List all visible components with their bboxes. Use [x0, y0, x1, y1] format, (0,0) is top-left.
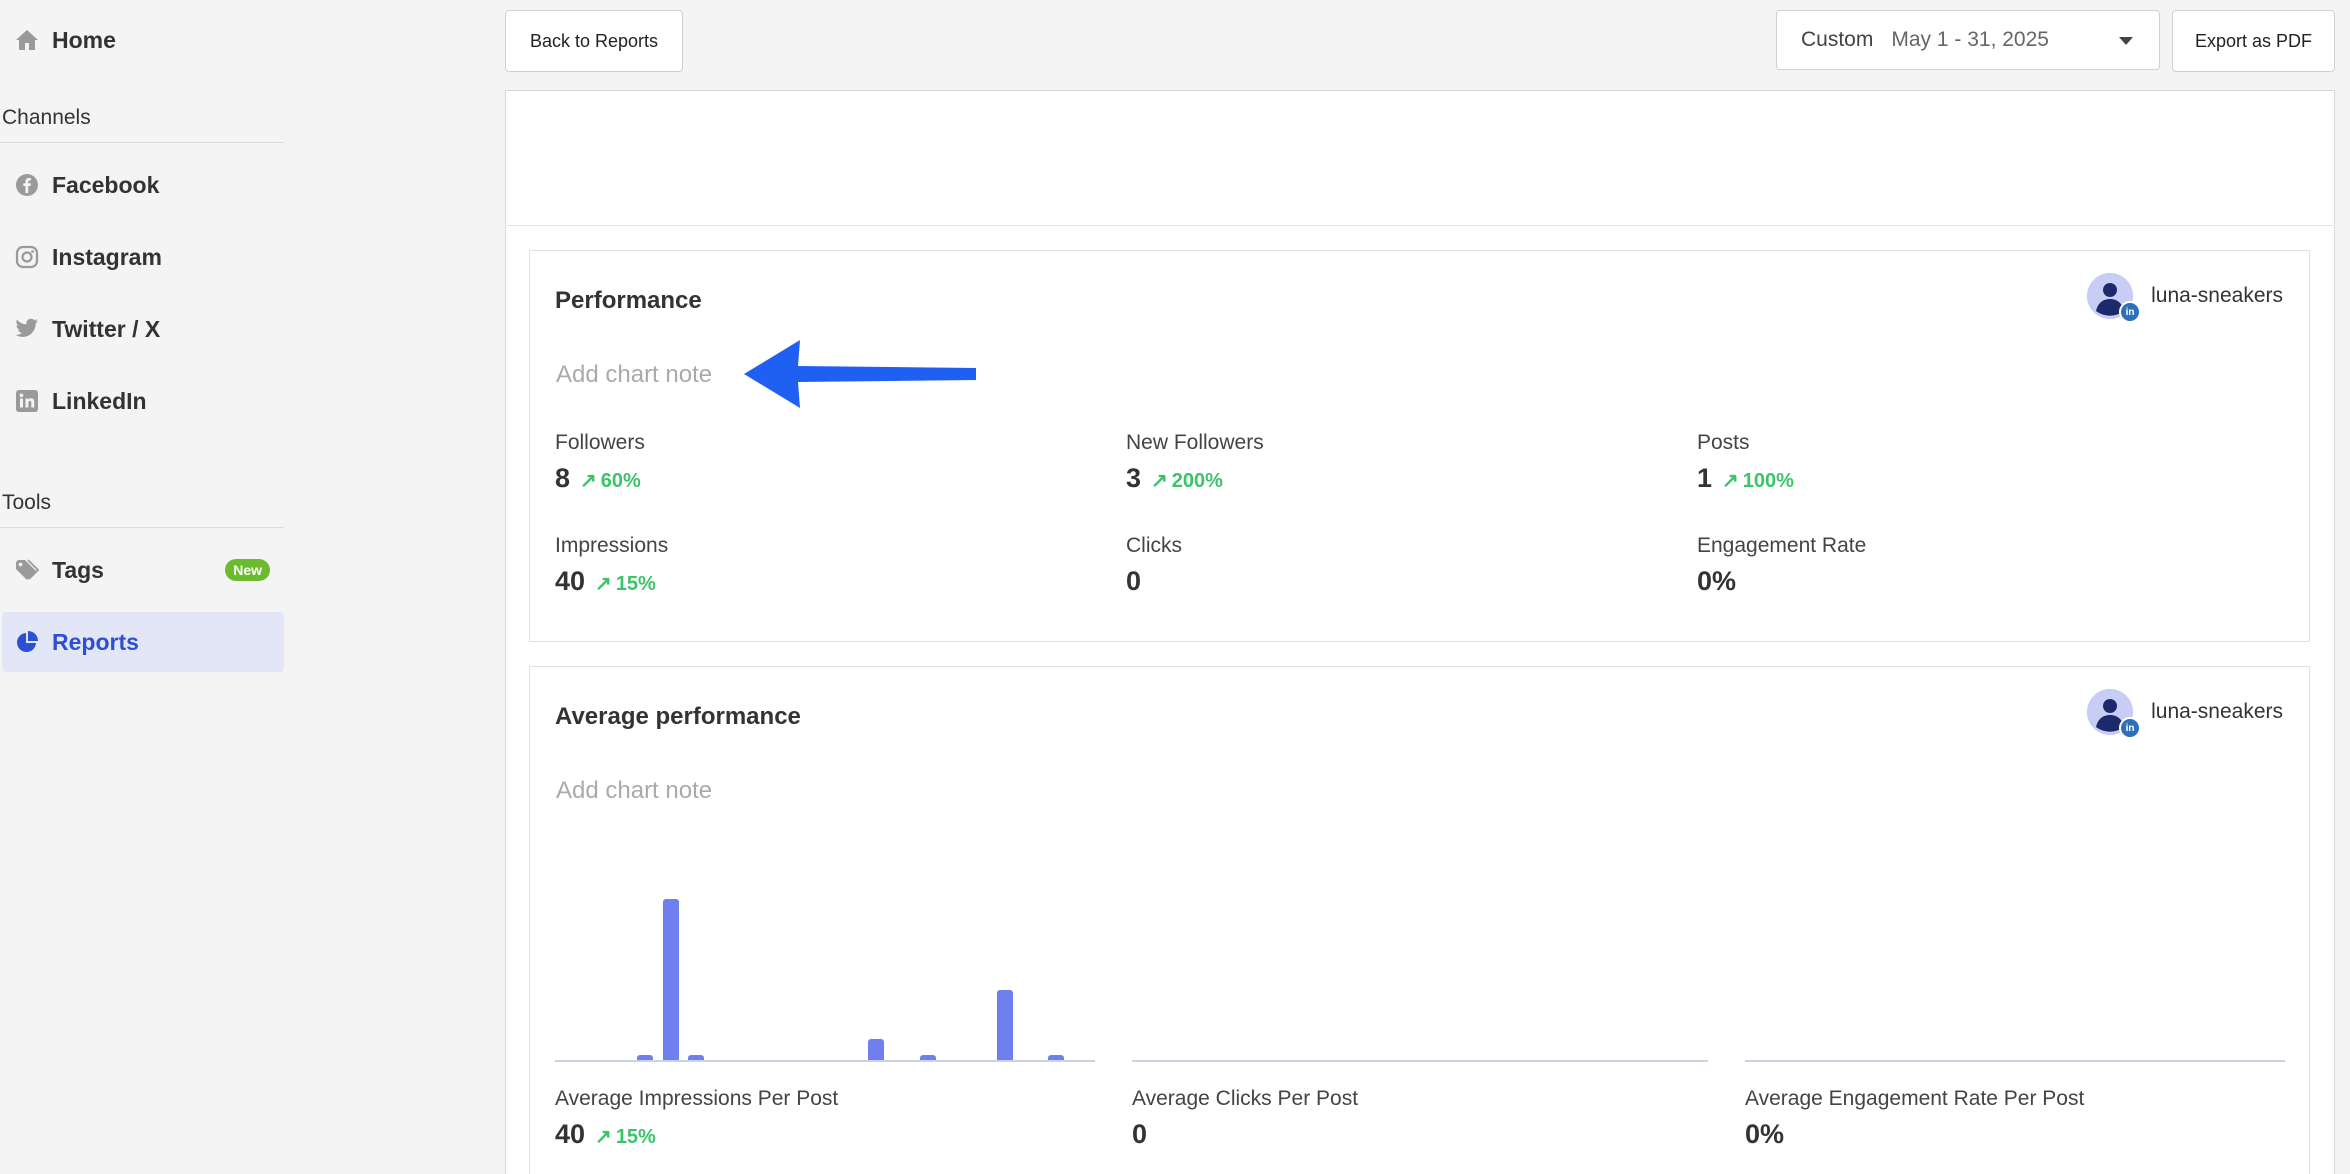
metric-delta: ↗ 60% [580, 468, 641, 493]
metric-value: 0 [1126, 566, 1142, 596]
metric-followers: Followers 8 ↗ 60% [555, 431, 645, 494]
annotation-arrow-icon [744, 340, 976, 408]
metric-label: Posts [1697, 431, 1750, 454]
sidebar-item-label: Twitter / X [52, 315, 161, 342]
sidebar-item-label: Home [52, 26, 116, 53]
card-title: Performance [555, 287, 702, 314]
sidebar-item-label: Facebook [52, 171, 160, 198]
metric-value: 0% [1697, 566, 1737, 596]
trend-up-icon: ↗ [1151, 470, 1168, 492]
sidebar-item-label: LinkedIn [52, 387, 147, 414]
home-icon [14, 27, 40, 53]
metric-delta-value: 15% [615, 573, 656, 595]
metric-delta: ↗ 100% [1722, 468, 1794, 493]
metric-clicks: Clicks 0 [1126, 534, 1182, 597]
metric-delta-value: 100% [1742, 470, 1794, 492]
instagram-icon [14, 244, 40, 270]
trend-up-icon: ↗ [595, 573, 612, 595]
metric-label: Impressions [555, 534, 669, 557]
chart-baseline [1745, 1060, 2285, 1062]
metric-avg-clicks: Average Clicks Per Post 0 [1132, 1087, 1358, 1150]
metric-delta-value: 15% [615, 1126, 656, 1148]
date-mode-label: Custom [1801, 28, 1874, 51]
metric-delta: ↗ 15% [595, 571, 656, 596]
metric-value: 40 [555, 1119, 586, 1149]
metric-value: 1 [1697, 463, 1713, 493]
metric-value: 0 [1132, 1119, 1148, 1149]
metric-avg-engagement: Average Engagement Rate Per Post 0% [1745, 1087, 2084, 1150]
metric-delta-value: 200% [1171, 470, 1223, 492]
metric-impressions: Impressions 40 ↗ 15% [555, 534, 668, 597]
back-to-reports-button[interactable]: Back to Reports [505, 10, 683, 72]
metric-delta: ↗ 200% [1151, 468, 1223, 493]
metric-label: Average Clicks Per Post [1132, 1087, 1359, 1110]
linkedin-icon: in [2119, 717, 2142, 739]
profile-chip: in luna-sneakers [2087, 689, 2283, 739]
metric-new-followers: New Followers 3 ↗ 200% [1126, 431, 1264, 494]
metric-engagement-rate: Engagement Rate 0% [1697, 534, 1866, 597]
profile-name: luna-sneakers [2151, 700, 2283, 723]
metric-avg-impressions: Average Impressions Per Post 40 ↗ 15% [555, 1087, 838, 1150]
divider [0, 527, 284, 528]
date-range-select[interactable]: Custom May 1 - 31, 2025 [1776, 10, 2160, 70]
linkedin-icon [14, 388, 40, 414]
metric-label: New Followers [1126, 431, 1264, 454]
metric-label: Average Engagement Rate Per Post [1745, 1087, 2085, 1110]
sidebar-item-tags[interactable]: Tags New [2, 540, 284, 600]
metric-value: 8 [555, 463, 571, 493]
divider [0, 142, 284, 143]
trend-up-icon: ↗ [1722, 470, 1739, 492]
sidebar-item-twitter[interactable]: Twitter / X [2, 299, 284, 359]
metric-label: Followers [555, 431, 645, 454]
chart-note-input[interactable]: Add chart note [556, 777, 712, 805]
avatar: in [2087, 689, 2142, 739]
tools-section-title: Tools [2, 491, 52, 514]
sidebar-item-instagram[interactable]: Instagram [2, 227, 284, 287]
card-title: Average performance [555, 703, 801, 730]
metric-posts: Posts 1 ↗ 100% [1697, 431, 1794, 494]
sidebar-item-reports[interactable]: Reports [2, 612, 284, 672]
twitter-icon [14, 316, 40, 342]
trend-up-icon: ↗ [595, 1126, 612, 1148]
metric-value: 40 [555, 566, 586, 596]
profile-name: luna-sneakers [2151, 284, 2283, 307]
avatar: in [2087, 273, 2142, 323]
average-performance-card: Average performance in luna-sneakers Add… [529, 666, 2310, 1174]
linkedin-icon: in [2119, 301, 2142, 323]
trend-up-icon: ↗ [580, 470, 597, 492]
metric-delta-value: 60% [600, 470, 641, 492]
chart-bar [997, 990, 1013, 1062]
tag-icon [14, 557, 40, 583]
export-pdf-button[interactable]: Export as PDF [2172, 10, 2335, 72]
metric-value: 0% [1745, 1119, 1785, 1149]
metric-label: Engagement Rate [1697, 534, 1867, 557]
metric-delta: ↗ 15% [595, 1124, 656, 1149]
sidebar-item-label: Tags [52, 556, 104, 583]
pie-chart-icon [14, 629, 40, 655]
sidebar-item-label: Reports [52, 628, 139, 655]
profile-chip: in luna-sneakers [2087, 273, 2283, 323]
date-range-value: May 1 - 31, 2025 [1891, 28, 2049, 51]
new-badge: New [225, 559, 270, 581]
sidebar-item-home[interactable]: Home [2, 10, 284, 70]
impressions-sparkline [555, 887, 1095, 1062]
performance-card: Performance in luna-sneakers Add chart n… [529, 250, 2310, 642]
sidebar-item-linkedin[interactable]: LinkedIn [2, 371, 284, 431]
chevron-down-icon [2119, 37, 2133, 45]
metric-label: Average Impressions Per Post [555, 1087, 839, 1110]
chart-bar [868, 1039, 885, 1062]
chart-baseline [1132, 1060, 1708, 1062]
sidebar: Home Channels Facebook Instagram Twitter… [0, 0, 290, 1174]
metric-label: Clicks [1126, 534, 1182, 557]
facebook-icon [14, 172, 40, 198]
sidebar-item-facebook[interactable]: Facebook [2, 155, 284, 215]
chart-note-input[interactable]: Add chart note [556, 361, 712, 389]
divider [505, 225, 2335, 226]
sidebar-item-label: Instagram [52, 243, 162, 270]
metric-value: 3 [1126, 463, 1142, 493]
channels-section-title: Channels [2, 106, 91, 129]
chart-bar [662, 899, 679, 1062]
chart-baseline [555, 1060, 1095, 1062]
